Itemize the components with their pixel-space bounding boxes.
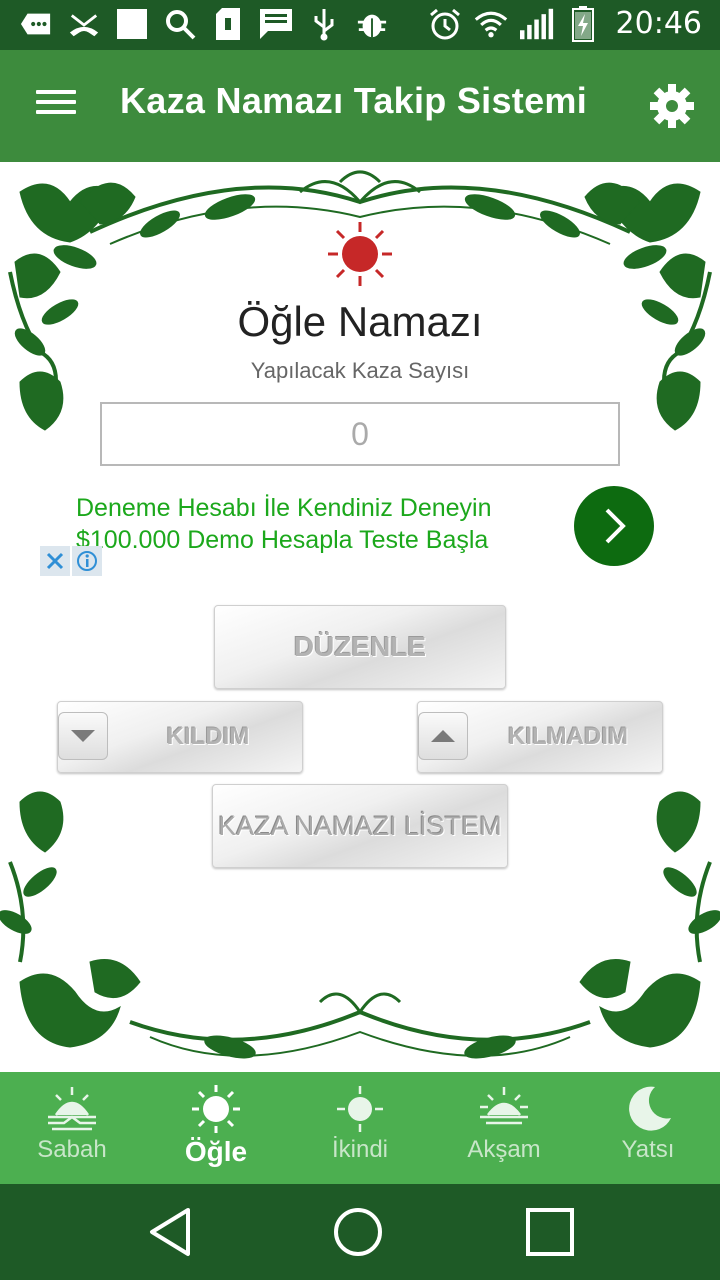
wifi-icon	[474, 7, 508, 41]
red-sun-icon	[328, 222, 392, 286]
sunrise-icon	[44, 1084, 100, 1134]
sun-icon	[188, 1084, 244, 1134]
tab-label-sabah: Sabah	[37, 1136, 107, 1163]
app-title: Kaza Namazı Takip Sistemi	[120, 80, 588, 121]
tab-label-aksam: Akşam	[467, 1136, 541, 1163]
tab-aksam[interactable]: Akşam	[432, 1072, 576, 1184]
settings-button[interactable]	[646, 80, 698, 132]
ad-line-2[interactable]: $100.000 Demo Hesapla Teste Başla	[76, 526, 488, 555]
system-navigation-bar	[0, 1184, 720, 1280]
battery-charging-icon	[566, 5, 600, 42]
tab-label-ikindi: İkindi	[331, 1136, 389, 1163]
notification-square-icon	[116, 8, 148, 40]
ad-banner[interactable]: Deneme Hesabı İle Kendiniz Deneyin $100.…	[40, 486, 680, 580]
recents-button[interactable]	[518, 1200, 582, 1264]
tab-ogle[interactable]: Öğle	[144, 1072, 288, 1184]
prayer-title: Öğle Namazı	[237, 298, 483, 345]
alarm-icon	[428, 7, 462, 41]
home-icon	[334, 1208, 382, 1256]
home-button[interactable]	[326, 1200, 390, 1264]
main-content: Öğle Namazı Yapılacak Kaza Sayısı 0 Dene…	[0, 162, 720, 1072]
not-prayed-button[interactable]: KILMADIM	[417, 701, 663, 773]
close-icon	[46, 552, 64, 570]
chat-icon	[260, 8, 292, 40]
edit-button-label: DÜZENLE	[293, 631, 427, 662]
tab-ikindi[interactable]: İkindi	[288, 1072, 432, 1184]
tab-yatsi[interactable]: Yatsı	[576, 1072, 720, 1184]
moon-icon	[620, 1084, 676, 1134]
usb-icon	[308, 8, 340, 41]
arrow-down-icon	[58, 712, 108, 760]
edit-button[interactable]: DÜZENLE	[214, 605, 506, 689]
sd-card-icon	[212, 8, 244, 40]
arrow-up-icon	[418, 712, 468, 760]
tab-label-ogle: Öğle	[184, 1136, 248, 1167]
tab-label-yatsi: Yatsı	[621, 1136, 675, 1163]
ad-info-button[interactable]	[72, 546, 102, 576]
status-bar: 20:46	[0, 0, 720, 50]
info-icon	[77, 551, 97, 571]
menu-icon	[28, 90, 84, 114]
app-bar: Kaza Namazı Takip Sistemi	[0, 50, 720, 162]
ad-open-button[interactable]	[574, 486, 654, 566]
signal-icon	[519, 7, 554, 41]
kaza-count-field[interactable]: 0	[100, 402, 620, 466]
missed-call-icon	[68, 8, 100, 40]
ad-close-button[interactable]	[40, 546, 70, 576]
tab-sabah[interactable]: Sabah	[0, 1072, 144, 1184]
gear-icon	[650, 84, 694, 128]
search-icon	[164, 8, 196, 40]
menu-button[interactable]	[28, 84, 84, 128]
bottom-navigation: Sabah Öğle İkindi Akşam Yatsı	[0, 1072, 720, 1184]
message-icon	[20, 8, 52, 40]
kaza-list-button[interactable]: KAZA NAMAZI LİSTEM	[212, 784, 508, 868]
afternoon-sun-icon	[332, 1084, 388, 1134]
status-time: 20:46	[615, 6, 702, 41]
back-button[interactable]	[138, 1200, 202, 1264]
back-icon	[150, 1208, 190, 1256]
not-prayed-button-label: KILMADIM	[508, 723, 628, 750]
sunset-icon	[476, 1084, 532, 1134]
bug-icon	[356, 8, 388, 40]
chevron-right-icon	[605, 508, 626, 544]
prayed-button-label: KILDIM	[166, 723, 250, 750]
recents-icon	[526, 1208, 574, 1256]
prayed-button[interactable]: KILDIM	[57, 701, 303, 773]
ad-line-1[interactable]: Deneme Hesabı İle Kendiniz Deneyin	[76, 494, 492, 523]
prayer-subtitle: Yapılacak Kaza Sayısı	[250, 358, 470, 383]
kaza-list-button-label: KAZA NAMAZI LİSTEM	[218, 810, 502, 841]
